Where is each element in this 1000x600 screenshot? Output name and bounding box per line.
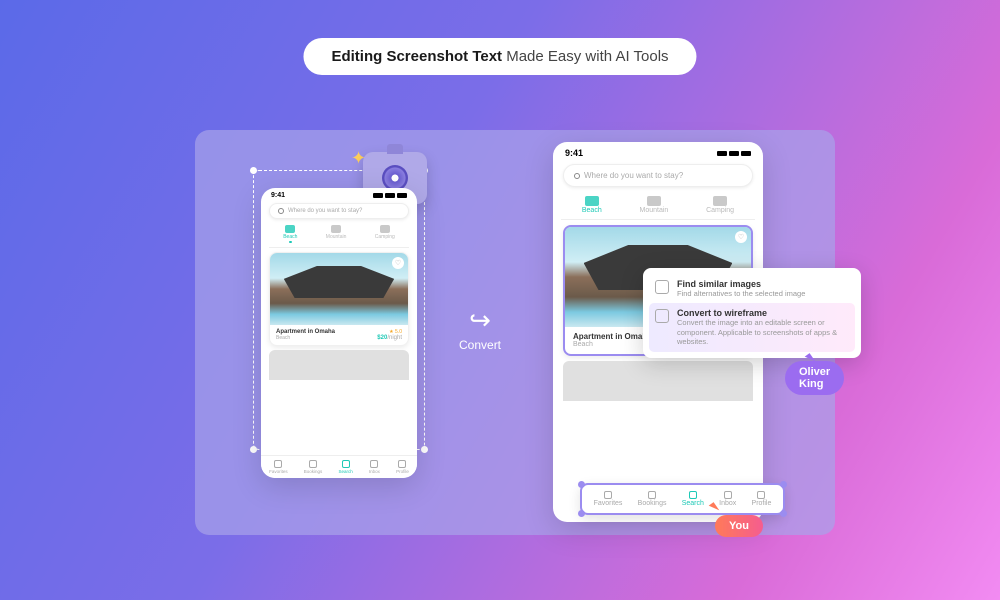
nav-favorites[interactable]: Favorites <box>594 491 623 507</box>
battery-icon <box>397 193 407 198</box>
listing-price: $20/night <box>377 335 402 341</box>
listing-subtitle: Beach <box>276 335 335 341</box>
self-badge: You <box>715 515 763 537</box>
convert-indicator: ↪ Convert <box>459 305 501 352</box>
detached-bottom-nav[interactable]: Favorites Bookings Search Inbox Profile <box>580 483 785 515</box>
wifi-icon <box>729 151 739 156</box>
listing-card[interactable]: ♡ Apartment in OmahaBeach ★ 5.0$20/night <box>269 252 409 346</box>
tab-camping[interactable]: Camping <box>706 196 734 214</box>
signal-icon <box>373 193 383 198</box>
bottom-nav: Favorites Bookings Search Inbox Profile <box>261 455 417 478</box>
nav-bookings[interactable]: Bookings <box>638 491 667 507</box>
menu-find-similar[interactable]: Find similar imagesFind alternatives to … <box>649 274 855 303</box>
favorite-icon[interactable]: ♡ <box>735 231 747 243</box>
search-input[interactable]: Where do you want to stay? <box>269 203 409 219</box>
status-time: 9:41 <box>271 192 285 199</box>
search-icon <box>278 208 284 214</box>
status-bar: 9:41 <box>261 188 417 199</box>
status-time: 9:41 <box>565 148 583 158</box>
nav-bookings[interactable]: Bookings <box>304 460 323 474</box>
favorite-icon[interactable]: ♡ <box>392 257 404 269</box>
menu-convert-wireframe[interactable]: Convert to wireframeConvert the image in… <box>649 303 855 351</box>
nav-search[interactable]: Search <box>338 460 352 474</box>
wireframe-icon <box>655 309 669 323</box>
page-title: Editing Screenshot Text Made Easy with A… <box>303 38 696 75</box>
listing-image: ♡ <box>270 253 408 325</box>
nav-search[interactable]: Search <box>682 491 704 507</box>
battery-icon <box>741 151 751 156</box>
nav-favorites[interactable]: Favorites <box>269 460 288 474</box>
signal-icon <box>717 151 727 156</box>
convert-label: Convert <box>459 338 501 352</box>
tab-beach[interactable]: Beach <box>582 196 602 214</box>
search-input[interactable]: Where do you want to stay? <box>563 164 753 187</box>
title-rest: Made Easy with AI Tools <box>502 48 668 65</box>
context-menu: Find similar imagesFind alternatives to … <box>643 268 861 358</box>
listing-card-2[interactable] <box>269 350 409 380</box>
tab-beach[interactable]: Beach <box>283 225 297 243</box>
category-tabs: Beach Mountain Camping <box>553 193 763 219</box>
tab-mountain[interactable]: Mountain <box>640 196 669 214</box>
category-tabs: Beach Mountain Camping <box>261 223 417 247</box>
listing-card-2[interactable] <box>563 361 753 401</box>
nav-inbox[interactable]: Inbox <box>719 491 736 507</box>
demo-stage: ✦ 9:41 Where do you want to stay? Beach … <box>195 130 835 535</box>
nav-inbox[interactable]: Inbox <box>369 460 380 474</box>
status-bar: 9:41 <box>553 142 763 158</box>
nav-profile[interactable]: Profile <box>752 491 772 507</box>
source-phone: 9:41 Where do you want to stay? Beach Mo… <box>261 188 417 478</box>
arrow-icon: ↪ <box>459 305 501 336</box>
tab-camping[interactable]: Camping <box>375 225 395 243</box>
search-icon <box>574 173 580 179</box>
images-icon <box>655 280 669 294</box>
search-placeholder: Where do you want to stay? <box>288 208 362 214</box>
listing-subtitle: Beach <box>573 341 652 348</box>
wifi-icon <box>385 193 395 198</box>
search-placeholder: Where do you want to stay? <box>584 171 683 180</box>
title-bold: Editing Screenshot Text <box>331 48 502 65</box>
listing-title: Apartment in Omaha <box>573 332 652 341</box>
collaborator-badge: Oliver King <box>785 361 844 395</box>
tab-mountain[interactable]: Mountain <box>326 225 347 243</box>
nav-profile[interactable]: Profile <box>396 460 409 474</box>
